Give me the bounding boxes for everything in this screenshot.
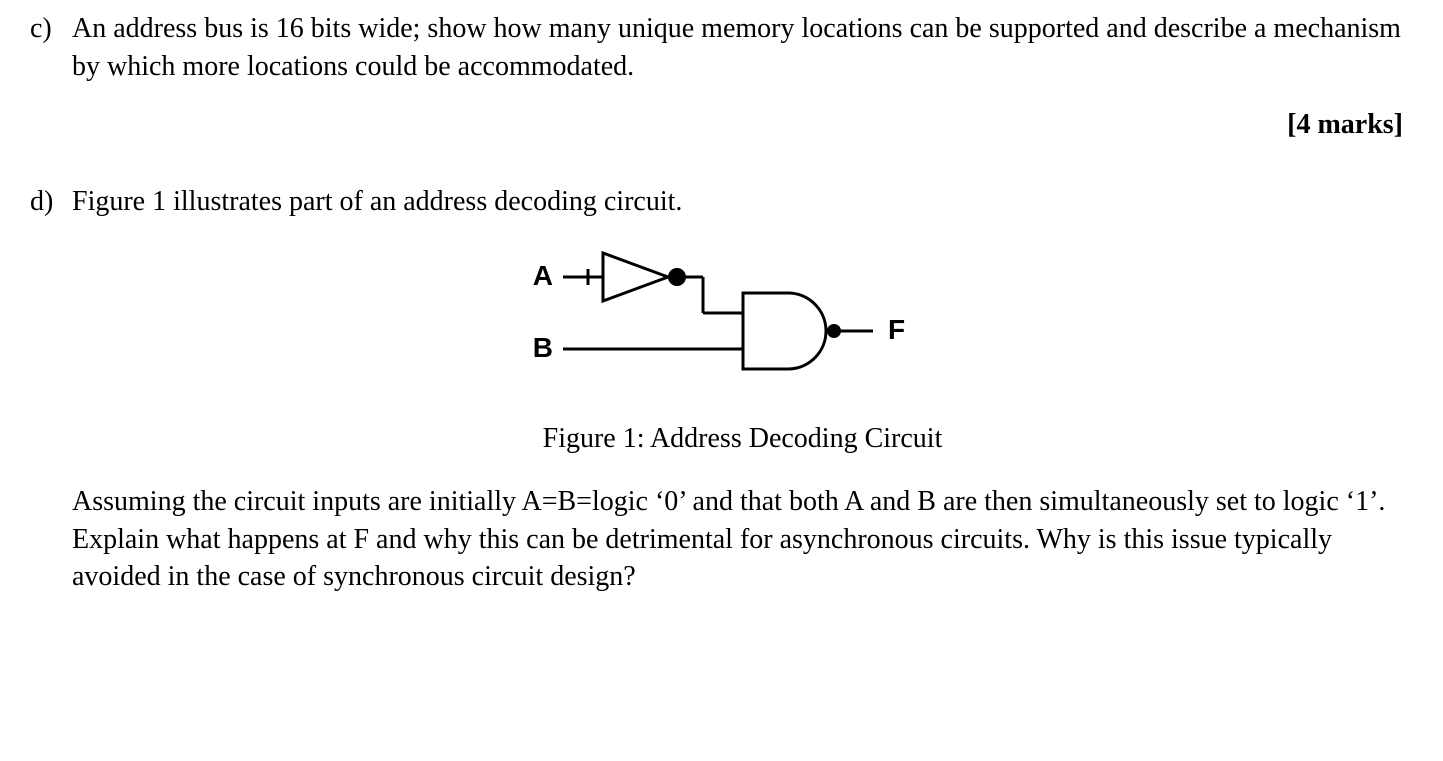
question-d-intro: Figure 1 illustrates part of an address … [72,186,682,217]
output-f-label: F [888,314,905,345]
figure-1-caption: Figure 1: Address Decoding Circuit [72,420,1413,458]
question-c-text: An address bus is 16 bits wide; show how… [72,13,1401,82]
question-c-body: An address bus is 16 bits wide; show how… [72,10,1413,86]
question-c: c) An address bus is 16 bits wide; show … [30,10,1413,86]
question-c-marks: [4 marks] [30,106,1413,144]
exam-page: c) An address bus is 16 bits wide; show … [0,0,1443,626]
input-a-label: A [532,260,552,291]
input-b-label: B [532,332,552,363]
not-bubble-icon [669,269,685,285]
question-c-label: c) [30,10,72,86]
figure-1: A B [72,241,1413,458]
question-d-body: Figure 1 illustrates part of an address … [72,183,1413,596]
question-d-label: d) [30,183,72,596]
and-gate-icon [743,293,826,369]
question-d: d) Figure 1 illustrates part of an addre… [30,183,1413,596]
not-gate-icon [603,253,668,301]
circuit-diagram-icon: A B [528,241,958,401]
question-d-text: Assuming the circuit inputs are initiall… [72,483,1413,596]
